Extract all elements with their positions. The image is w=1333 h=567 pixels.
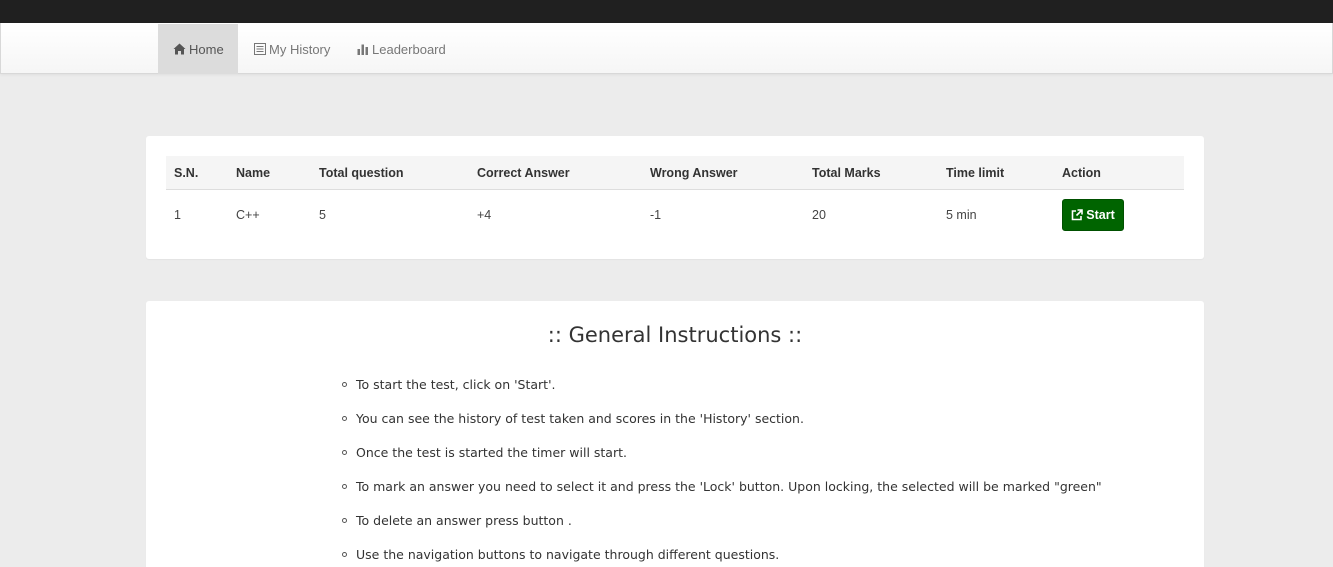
bullet-icon bbox=[342, 382, 347, 387]
instruction-text: To delete an answer press button . bbox=[356, 513, 572, 528]
instruction-item: To mark an answer you need to select it … bbox=[342, 479, 1102, 513]
table-row: 1 C++ 5 +4 -1 20 5 min Start bbox=[166, 190, 1184, 240]
header-total-marks: Total Marks bbox=[812, 166, 881, 180]
cell-total-question: 5 bbox=[319, 208, 326, 222]
nav-home-label: Home bbox=[189, 41, 224, 57]
instruction-text: To start the test, click on 'Start'. bbox=[356, 377, 556, 392]
nav-my-history-label: My History bbox=[269, 41, 331, 57]
cell-time-limit: 5 min bbox=[946, 208, 977, 222]
home-icon bbox=[173, 43, 186, 55]
nav-home[interactable]: Home bbox=[158, 24, 238, 74]
top-bar bbox=[0, 0, 1333, 23]
instructions-panel: :: General Instructions :: To start the … bbox=[146, 301, 1204, 567]
bullet-icon bbox=[342, 450, 347, 455]
instruction-item: To start the test, click on 'Start'. bbox=[342, 377, 1102, 411]
table-header: S.N. Name Total question Correct Answer … bbox=[166, 156, 1184, 190]
bar-chart-icon bbox=[357, 44, 369, 55]
quiz-table: S.N. Name Total question Correct Answer … bbox=[166, 156, 1184, 240]
list-icon bbox=[254, 43, 266, 55]
instruction-item: You can see the history of test taken an… bbox=[342, 411, 1102, 445]
start-button[interactable]: Start bbox=[1062, 199, 1124, 231]
cell-correct-answer: +4 bbox=[477, 208, 492, 222]
nav-leaderboard-label: Leaderboard bbox=[372, 41, 446, 57]
instruction-text: To mark an answer you need to select it … bbox=[356, 479, 1102, 494]
header-correct-answer: Correct Answer bbox=[477, 166, 570, 180]
instruction-item: Once the test is started the timer will … bbox=[342, 445, 1102, 479]
header-total-question: Total question bbox=[319, 166, 404, 180]
instruction-text: Use the navigation buttons to navigate t… bbox=[356, 547, 780, 562]
header-sn: S.N. bbox=[174, 166, 199, 180]
cell-wrong-answer: -1 bbox=[650, 208, 662, 222]
navbar: Home My History Leaderboard bbox=[0, 23, 1333, 74]
bullet-icon bbox=[342, 484, 347, 489]
instruction-text: Once the test is started the timer will … bbox=[356, 445, 627, 460]
header-wrong-answer: Wrong Answer bbox=[650, 166, 738, 180]
header-action: Action bbox=[1062, 166, 1101, 180]
cell-sn: 1 bbox=[174, 208, 181, 222]
header-name: Name bbox=[236, 166, 271, 180]
cell-total-marks: 20 bbox=[812, 208, 826, 222]
instruction-text: You can see the history of test taken an… bbox=[356, 411, 804, 426]
nav-my-history[interactable]: My History bbox=[254, 24, 330, 74]
cell-name: C++ bbox=[236, 208, 260, 222]
instructions-title: :: General Instructions :: bbox=[547, 323, 803, 347]
start-button-label: Start bbox=[1086, 208, 1115, 222]
header-time-limit: Time limit bbox=[946, 166, 1005, 180]
quiz-table-panel: S.N. Name Total question Correct Answer … bbox=[146, 136, 1204, 259]
external-link-icon bbox=[1071, 209, 1084, 221]
bullet-icon bbox=[342, 518, 347, 523]
bullet-icon bbox=[342, 552, 347, 557]
nav-leaderboard[interactable]: Leaderboard bbox=[357, 24, 446, 74]
instruction-item: Use the navigation buttons to navigate t… bbox=[342, 547, 1102, 567]
instruction-item: To delete an answer press button . bbox=[342, 513, 1102, 547]
instructions-list: To start the test, click on 'Start'. You… bbox=[342, 377, 1102, 567]
bullet-icon bbox=[342, 416, 347, 421]
